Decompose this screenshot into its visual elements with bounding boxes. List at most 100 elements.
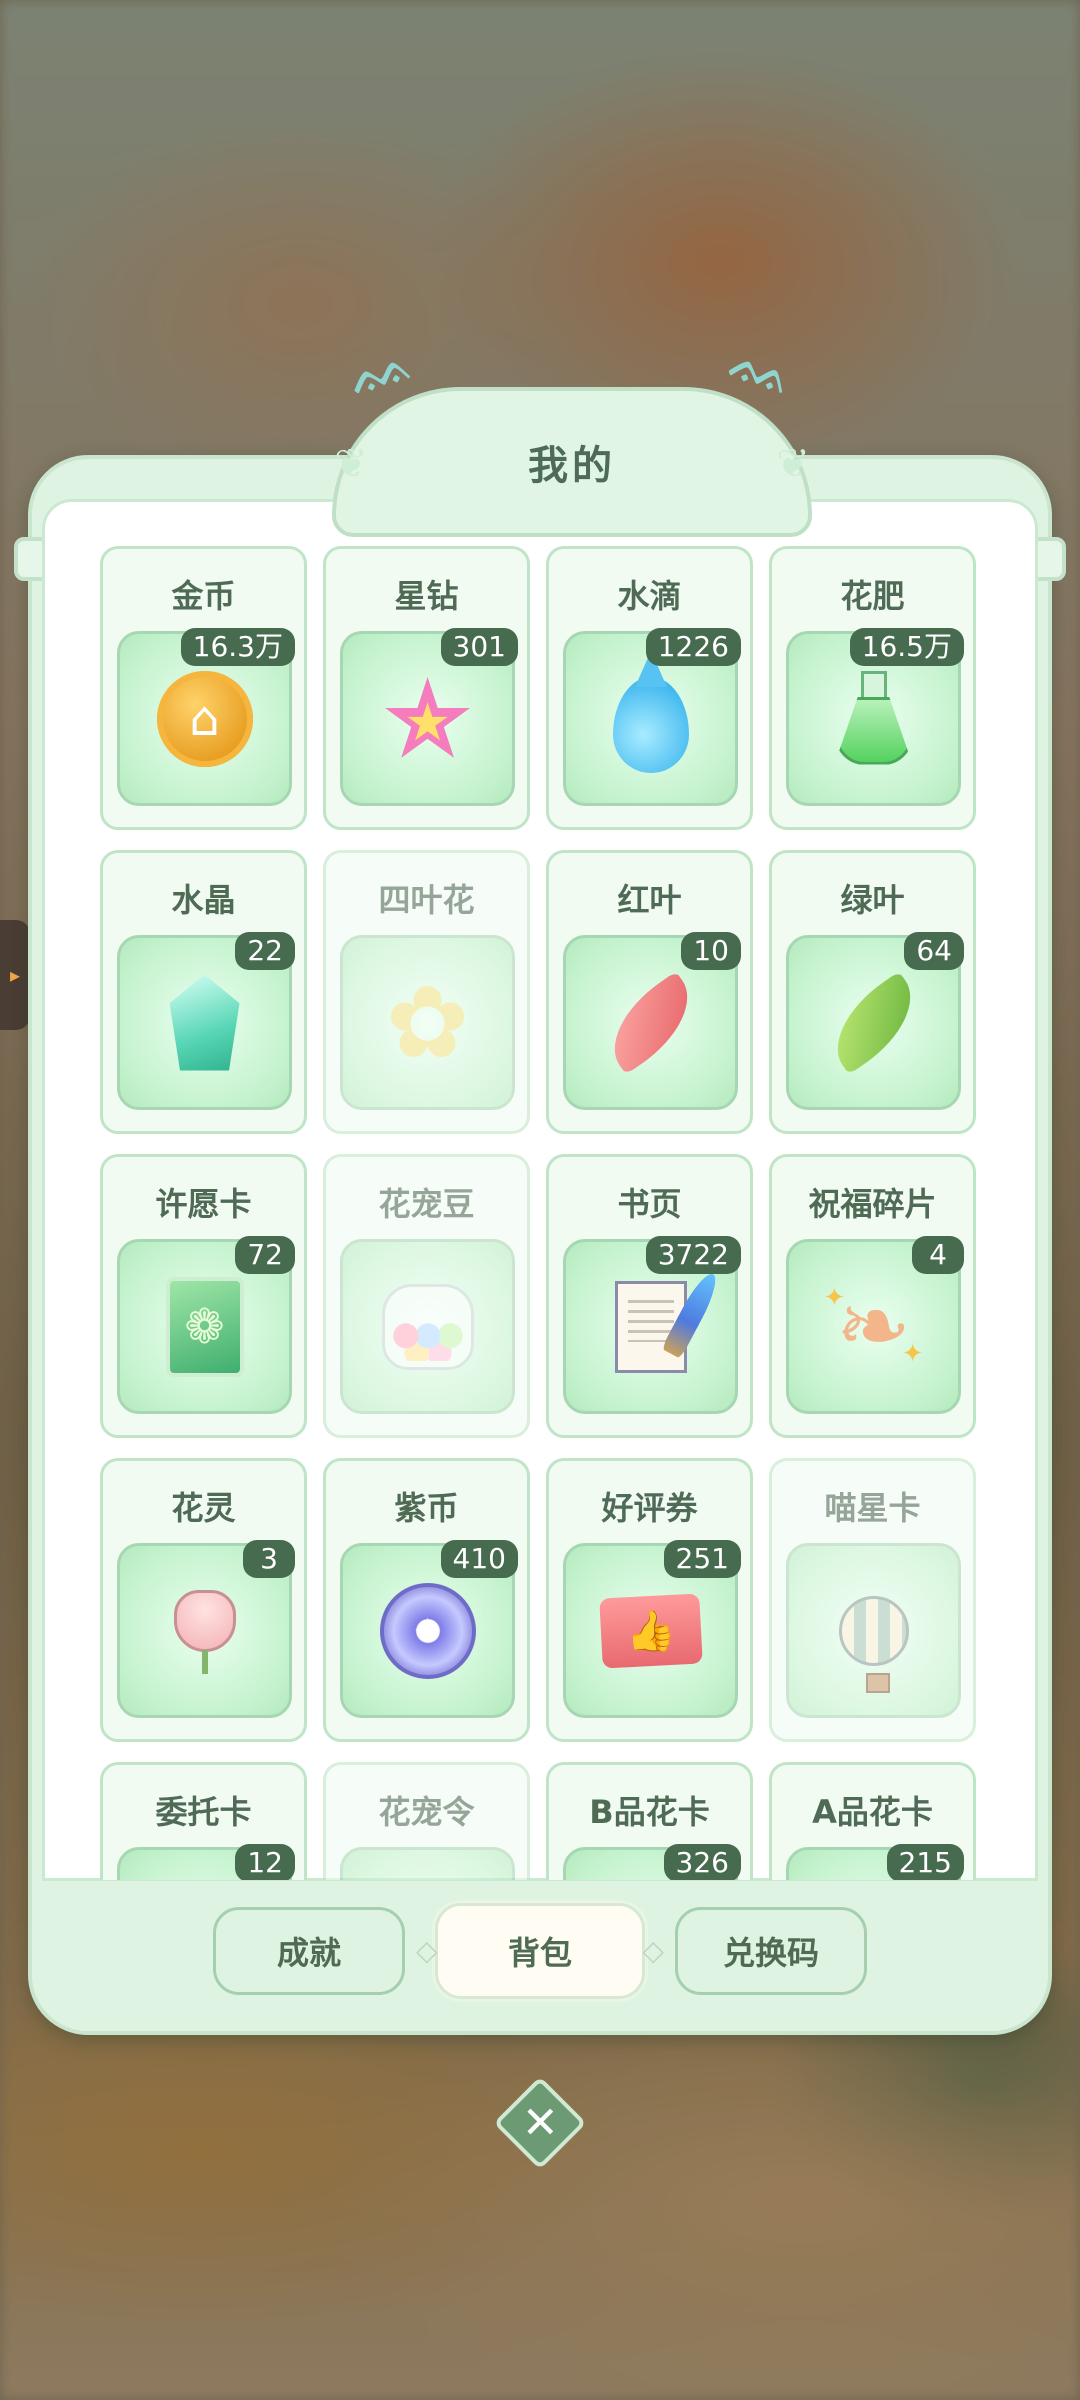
item-card[interactable]: 金币 ⌂ 16.3万: [100, 546, 307, 830]
item-card[interactable]: 紫币 ✦ 410: [323, 1458, 530, 1742]
tab-redeem-code[interactable]: 兑换码: [675, 1907, 867, 1995]
item-icon-slot[interactable]: ❁ 72: [117, 1236, 295, 1414]
item-icon-slot[interactable]: [786, 1543, 961, 1718]
item-count-badge: 410: [440, 1540, 518, 1578]
thumbs-up-ticket-icon: 👍: [598, 1581, 703, 1681]
item-icon-slot[interactable]: ✿: [340, 935, 515, 1110]
item-name: 四叶花: [378, 881, 475, 919]
item-icon-slot[interactable]: 64: [786, 932, 964, 1110]
green-leaf-icon: [816, 970, 931, 1075]
item-count-badge: 22: [235, 932, 295, 970]
item-name: 星钻: [394, 577, 459, 615]
item-icon-slot[interactable]: 10: [563, 932, 741, 1110]
item-name: 紫币: [394, 1489, 459, 1527]
item-count-badge: 4: [912, 1236, 964, 1274]
item-name: 金币: [171, 577, 236, 615]
item-icon-slot[interactable]: [340, 1239, 515, 1414]
item-card[interactable]: B品花卡 B326: [546, 1762, 753, 1880]
item-card[interactable]: 祝福碎片 ❧ ✦ ✦ 4: [769, 1154, 976, 1438]
item-card[interactable]: 水晶 22: [100, 850, 307, 1134]
hot-air-balloon-icon: [824, 1581, 924, 1693]
item-icon-slot[interactable]: 3722: [563, 1236, 741, 1414]
star-diamond-icon: ★ ★: [378, 654, 477, 783]
item-card[interactable]: 星钻 ★ ★ 301: [323, 546, 530, 830]
item-card[interactable]: 许愿卡 ❁ 72: [100, 1154, 307, 1438]
item-count-badge: 16.3万: [180, 628, 295, 666]
page-title: 我的: [528, 443, 616, 489]
item-icon-slot[interactable]: 22: [117, 932, 295, 1110]
item-card[interactable]: 花灵 3: [100, 1458, 307, 1742]
item-icon-slot[interactable]: ❀: [340, 1847, 515, 1880]
tab-achievements[interactable]: 成就: [213, 1907, 405, 1995]
item-count-badge: 251: [663, 1540, 741, 1578]
leaf-decoration-icon: ❦: [776, 441, 810, 487]
item-grid-scroll[interactable]: 金币 ⌂ 16.3万 星钻 ★ ★ 301 水滴 1226 花肥 16.5万水晶 22 四叶花 ✿ 红叶 10…: [70, 540, 990, 1880]
item-icon-slot[interactable]: 1226: [563, 628, 741, 806]
item-card[interactable]: 红叶 10: [546, 850, 753, 1134]
item-count-badge: 326: [663, 1844, 741, 1880]
item-name: 水滴: [617, 577, 682, 615]
gold-coin-icon: ⌂: [155, 669, 255, 769]
item-count-badge: 301: [440, 628, 518, 666]
item-card[interactable]: 委托卡 ✉12: [100, 1762, 307, 1880]
book-page-quill-icon: [601, 1268, 723, 1377]
item-icon-slot[interactable]: 3: [117, 1540, 295, 1718]
item-count-badge: 64: [904, 932, 964, 970]
item-name: 花灵: [171, 1489, 236, 1527]
item-name: A品花卡: [812, 1793, 933, 1831]
fertilizer-flask-icon: [824, 669, 924, 769]
crystal-icon: [149, 973, 260, 1073]
item-name: 花宠豆: [378, 1185, 475, 1223]
item-name: 红叶: [617, 881, 682, 919]
candy-jar-icon: [378, 1277, 478, 1377]
item-card[interactable]: 花宠令 ❀: [323, 1762, 530, 1880]
item-icon-slot[interactable]: ✦ 410: [340, 1540, 518, 1718]
item-name: 书页: [617, 1185, 682, 1223]
item-name: 花宠令: [378, 1793, 475, 1831]
side-drawer-tab[interactable]: ▸: [0, 920, 30, 1030]
item-card[interactable]: 喵星卡: [769, 1458, 976, 1742]
item-icon-slot[interactable]: ✉12: [117, 1844, 295, 1880]
item-card[interactable]: 花宠豆: [323, 1154, 530, 1438]
item-count-badge: 1226: [645, 628, 741, 666]
water-drop-icon: [601, 650, 701, 773]
item-card[interactable]: 花肥 16.5万: [769, 546, 976, 830]
item-count-badge: 10: [681, 932, 741, 970]
item-name: 委托卡: [155, 1793, 252, 1831]
item-icon-slot[interactable]: ❧ ✦ ✦ 4: [786, 1236, 964, 1414]
four-leaf-clover-icon: ✿: [385, 963, 470, 1081]
item-count-badge: 12: [235, 1844, 295, 1880]
item-card[interactable]: 水滴 1226: [546, 546, 753, 830]
item-count-badge: 72: [235, 1236, 295, 1274]
item-count-badge: 16.5万: [849, 628, 964, 666]
item-icon-slot[interactable]: B326: [563, 1844, 741, 1880]
flower-spirit-tulip-icon: [155, 1581, 255, 1681]
leaf-decoration-icon: ❦: [334, 441, 368, 487]
item-card[interactable]: A品花卡 A215: [769, 1762, 976, 1880]
item-name: B品花卡: [589, 1793, 710, 1831]
item-name: 好评券: [601, 1489, 698, 1527]
purple-coin-icon: ✦: [378, 1581, 478, 1681]
item-icon-slot[interactable]: 16.5万: [786, 628, 964, 806]
item-name: 花肥: [840, 577, 905, 615]
red-leaf-icon: [593, 970, 708, 1075]
item-card[interactable]: 书页 3722: [546, 1154, 753, 1438]
item-count-badge: 3722: [645, 1236, 741, 1274]
item-card[interactable]: 四叶花 ✿: [323, 850, 530, 1134]
item-name: 喵星卡: [824, 1489, 921, 1527]
bottom-tab-bar: 成就 背包 兑换码: [32, 1901, 1048, 2001]
close-x-icon: ✕: [521, 2097, 559, 2148]
item-icon-slot[interactable]: ★ ★ 301: [340, 628, 518, 806]
item-name: 水晶: [171, 881, 236, 919]
item-count-badge: 3: [243, 1540, 295, 1578]
wish-card-icon: ❁: [155, 1276, 255, 1377]
tab-backpack[interactable]: 背包: [416, 1903, 664, 1999]
item-icon-slot[interactable]: ⌂ 16.3万: [117, 628, 295, 806]
blessing-fragment-icon: ❧ ✦ ✦: [823, 1273, 924, 1379]
item-name: 绿叶: [840, 881, 905, 919]
item-card[interactable]: 绿叶 64: [769, 850, 976, 1134]
item-card[interactable]: 好评券 👍 251: [546, 1458, 753, 1742]
arrow-right-icon: ▸: [9, 963, 21, 987]
item-icon-slot[interactable]: A215: [786, 1844, 964, 1880]
item-icon-slot[interactable]: 👍 251: [563, 1540, 741, 1718]
